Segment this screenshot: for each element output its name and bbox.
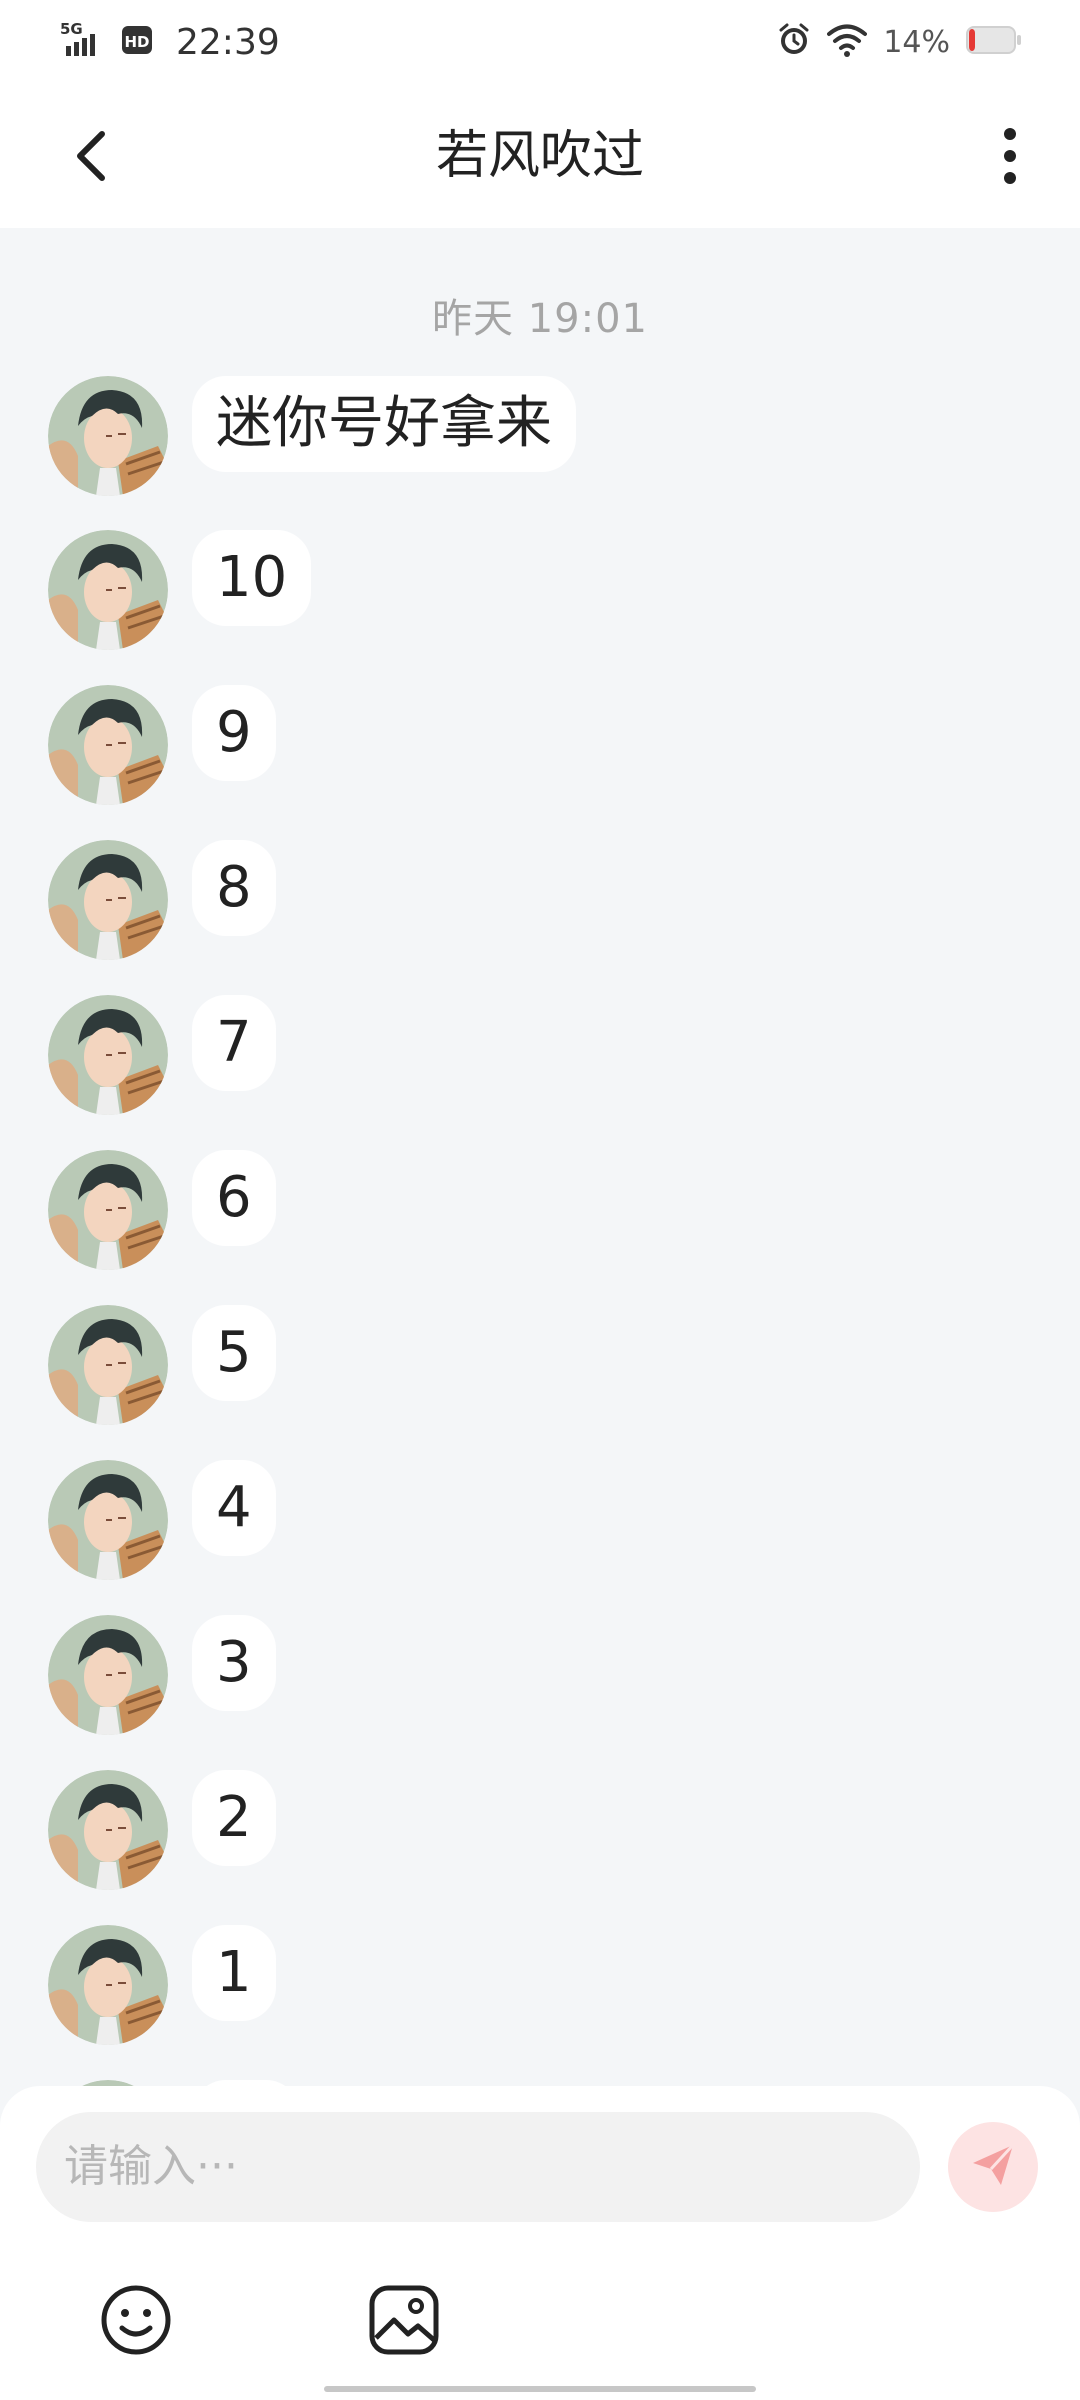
avatar[interactable] xyxy=(48,1925,168,2045)
message-bubble[interactable]: 5 xyxy=(192,1305,276,1401)
battery-percent: 14% xyxy=(883,24,950,60)
message-timestamp: 昨天 19:01 xyxy=(432,296,648,342)
message-bubble[interactable]: 迷你号好拿来 xyxy=(192,376,576,472)
message-row: 4 xyxy=(48,1460,276,1582)
message-bubble[interactable]: 1 xyxy=(192,1925,276,2021)
message-row: 9 xyxy=(48,685,276,807)
message-bubble[interactable]: 6 xyxy=(192,1150,276,1246)
message-row: 6 xyxy=(48,1150,276,1272)
avatar[interactable] xyxy=(48,376,168,496)
message-row: 10 xyxy=(48,530,312,652)
signal-icon: 5G xyxy=(60,20,108,64)
avatar[interactable] xyxy=(48,685,168,805)
avatar[interactable] xyxy=(48,1150,168,1270)
message-input[interactable]: 请输入··· xyxy=(36,2112,920,2222)
message-row: 7 xyxy=(48,995,276,1117)
avatar[interactable] xyxy=(48,1460,168,1580)
message-row: 2 xyxy=(48,1770,276,1892)
hd-icon: HD xyxy=(122,24,154,60)
avatar[interactable] xyxy=(48,530,168,650)
more-vertical-icon[interactable] xyxy=(980,120,1040,192)
message-bubble[interactable]: 3 xyxy=(192,1615,276,1711)
message-bubble[interactable]: 8 xyxy=(192,840,276,936)
avatar[interactable] xyxy=(48,1615,168,1735)
alarm-icon xyxy=(777,23,811,61)
message-row: 5 xyxy=(48,1305,276,1427)
message-row: 1 xyxy=(48,1925,276,2047)
message-row: 3 xyxy=(48,1615,276,1737)
message-bubble[interactable]: 9 xyxy=(192,685,276,781)
message-bubble[interactable]: 4 xyxy=(192,1460,276,1556)
message-bubble[interactable]: 10 xyxy=(192,530,312,626)
avatar[interactable] xyxy=(48,840,168,960)
composer-panel: 请输入··· xyxy=(0,2086,1080,2400)
send-icon xyxy=(967,2139,1019,2195)
emoji-icon[interactable] xyxy=(98,2282,174,2358)
image-icon[interactable] xyxy=(366,2282,442,2358)
message-list[interactable]: 昨天 19:01 迷你号好拿来 10 9 8 7 6 5 4 3 2 1 xyxy=(0,228,1080,2088)
avatar[interactable] xyxy=(48,1770,168,1890)
chat-title: 若风吹过 xyxy=(435,126,644,186)
wifi-icon xyxy=(827,23,868,61)
battery-icon xyxy=(966,25,1022,59)
status-bar: 5G HD 22:39 14% xyxy=(0,0,1080,84)
home-indicator[interactable] xyxy=(324,2386,756,2392)
svg-text:5G: 5G xyxy=(60,20,83,38)
avatar[interactable] xyxy=(48,1305,168,1425)
message-row: 迷你号好拿来 xyxy=(48,376,576,498)
avatar[interactable] xyxy=(48,995,168,1115)
chat-header: 若风吹过 xyxy=(0,84,1080,228)
send-button[interactable] xyxy=(948,2122,1038,2212)
message-row: 8 xyxy=(48,840,276,962)
hd-label: HD xyxy=(124,33,149,51)
message-bubble[interactable]: 7 xyxy=(192,995,276,1091)
battery-level-fill xyxy=(969,29,975,51)
status-time: 22:39 xyxy=(176,21,280,63)
message-bubble[interactable]: 2 xyxy=(192,1770,276,1866)
